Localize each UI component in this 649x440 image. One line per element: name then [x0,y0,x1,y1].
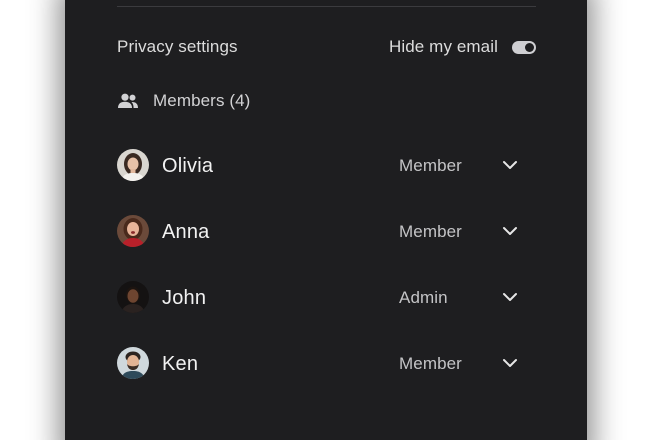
avatar [117,149,149,181]
member-row: Olivia Member [117,149,536,181]
hide-email-label: Hide my email [389,37,498,56]
avatar [117,347,149,379]
member-row: Anna Member [117,215,536,247]
page-background: Privacy settings Hide my email Members (… [0,0,649,440]
members-count-label: Members (4) [153,91,251,110]
section-divider [117,6,536,7]
member-row: Ken Member [117,347,536,379]
role-dropdown[interactable]: Member [399,149,529,181]
avatar [117,215,149,247]
chevron-down-icon [502,223,518,239]
toggle-knob [525,42,534,52]
role-label: Member [399,222,462,241]
avatar [117,281,149,313]
member-name: Anna [162,221,210,243]
chevron-down-icon [502,355,518,371]
role-label: Admin [399,288,448,307]
member-name: John [162,287,207,309]
hide-email-control: Hide my email [389,36,536,58]
role-dropdown[interactable]: Member [399,215,529,247]
member-name: Olivia [162,155,214,177]
member-row: John Admin [117,281,536,313]
role-label: Member [399,354,462,373]
chevron-down-icon [502,289,518,305]
member-name: Ken [162,353,199,375]
people-icon [117,93,139,109]
privacy-settings-row: Privacy settings Hide my email [117,36,536,58]
role-dropdown[interactable]: Admin [399,281,529,313]
role-label: Member [399,156,462,175]
role-dropdown[interactable]: Member [399,347,529,379]
settings-panel: Privacy settings Hide my email Members (… [65,0,587,440]
hide-email-toggle[interactable] [512,40,536,54]
member-list: Olivia Member Anna Member John Admin Ken… [117,149,536,413]
members-header: Members (4) [117,90,250,112]
chevron-down-icon [502,157,518,173]
privacy-settings-label: Privacy settings [117,37,238,56]
